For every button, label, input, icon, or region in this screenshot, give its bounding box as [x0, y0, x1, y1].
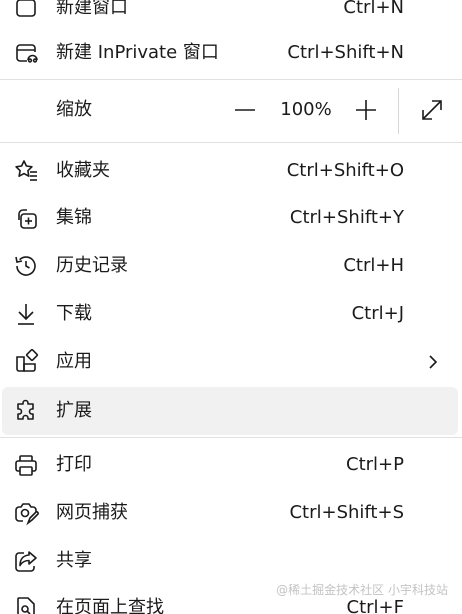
- collections-icon: [13, 205, 39, 231]
- share-icon: [13, 548, 39, 574]
- menu-item-shortcut: Ctrl+P: [346, 454, 404, 475]
- menu-item-web-capture[interactable]: 网页捕获 Ctrl+Shift+S: [0, 489, 462, 537]
- menu-divider: [0, 142, 462, 143]
- browser-settings-menu: 新建窗口 Ctrl+N 新建 InPrivate 窗口 Ctrl+Shift+N…: [0, 0, 462, 614]
- zoom-separator: [398, 88, 399, 134]
- zoom-label: 缩放: [56, 99, 92, 120]
- menu-item-label: 下载: [56, 303, 92, 324]
- menu-item-label: 打印: [56, 454, 92, 475]
- menu-item-share[interactable]: 共享: [0, 537, 462, 585]
- zoom-level-value: 100%: [280, 99, 332, 120]
- menu-item-label: 网页捕获: [56, 502, 128, 523]
- favorites-star-icon: [13, 158, 39, 184]
- menu-item-favorites[interactable]: 收藏夹 Ctrl+Shift+O: [0, 147, 462, 195]
- printer-icon: [13, 452, 39, 478]
- menu-item-label: 新建 InPrivate 窗口: [56, 42, 219, 63]
- menu-item-print[interactable]: 打印 Ctrl+P: [0, 441, 462, 489]
- fullscreen-button[interactable]: [409, 86, 455, 134]
- menu-divider: [0, 79, 462, 80]
- menu-item-shortcut: Ctrl+Shift+Y: [289, 207, 404, 228]
- menu-item-label: 收藏夹: [56, 160, 110, 181]
- menu-item-label: 集锦: [56, 207, 92, 228]
- menu-item-collections[interactable]: 集锦 Ctrl+Shift+Y: [0, 194, 462, 242]
- menu-item-new-window[interactable]: 新建窗口 Ctrl+N: [0, 0, 462, 32]
- menu-item-label: 新建窗口: [56, 0, 128, 18]
- inprivate-icon: [13, 40, 39, 66]
- zoom-in-button[interactable]: [343, 86, 389, 134]
- download-icon: [13, 301, 39, 327]
- menu-item-new-inprivate-window[interactable]: 新建 InPrivate 窗口 Ctrl+Shift+N: [0, 29, 462, 77]
- find-icon: [13, 595, 39, 614]
- menu-item-shortcut: Ctrl+H: [343, 255, 404, 276]
- menu-item-label: 历史记录: [56, 255, 128, 276]
- menu-item-downloads[interactable]: 下载 Ctrl+J: [0, 290, 462, 338]
- fullscreen-icon: [422, 100, 442, 120]
- menu-item-label: 共享: [56, 550, 92, 571]
- menu-item-shortcut: Ctrl+Shift+N: [287, 42, 404, 63]
- menu-item-label: 扩展: [56, 400, 92, 421]
- watermark: @稀土掘金技术社区 小宇科技站: [276, 583, 448, 597]
- zoom-out-button[interactable]: [222, 86, 268, 134]
- menu-item-shortcut: Ctrl+N: [343, 0, 404, 18]
- plus-icon: [356, 100, 376, 120]
- menu-item-label: 应用: [56, 351, 92, 372]
- zoom-row: 缩放: [0, 86, 240, 134]
- history-icon: [13, 253, 39, 279]
- menu-divider: [0, 437, 462, 438]
- new-window-icon: [13, 0, 39, 21]
- menu-item-shortcut: Ctrl+Shift+S: [289, 502, 404, 523]
- menu-item-shortcut: Ctrl+J: [351, 303, 404, 324]
- apps-icon: [13, 349, 39, 375]
- menu-item-extensions[interactable]: 扩展: [2, 387, 458, 435]
- menu-item-history[interactable]: 历史记录 Ctrl+H: [0, 242, 462, 290]
- menu-item-label: 在页面上查找: [56, 597, 164, 614]
- minus-icon: [235, 109, 255, 111]
- web-capture-icon: [13, 500, 39, 526]
- extensions-puzzle-icon: [13, 398, 39, 424]
- chevron-right-icon: [429, 355, 438, 369]
- menu-item-shortcut: Ctrl+Shift+O: [286, 160, 404, 181]
- menu-item-apps[interactable]: 应用: [0, 338, 462, 386]
